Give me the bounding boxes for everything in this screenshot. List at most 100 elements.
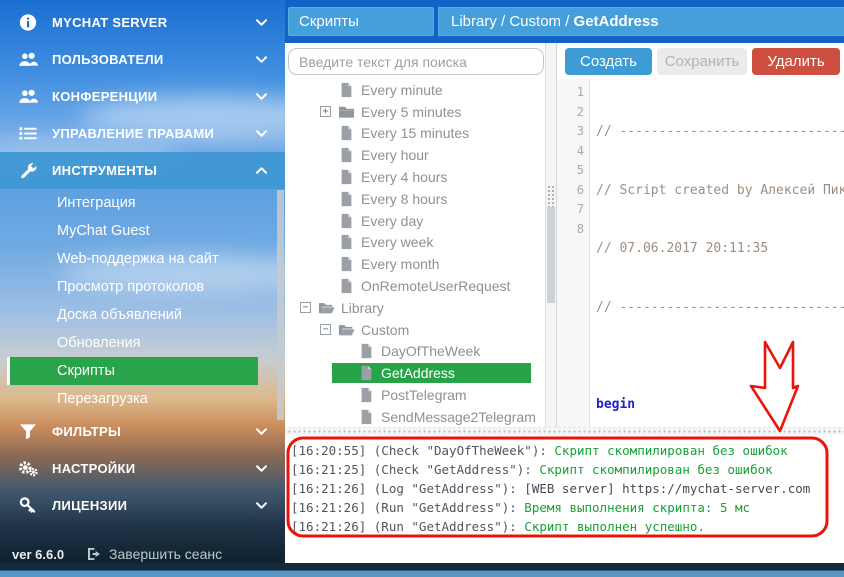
file-icon (358, 387, 375, 403)
save-button[interactable]: Сохранить (657, 48, 747, 75)
tools-submenu: Интеграция MyChat Guest Web-поддержка на… (0, 189, 285, 413)
filter-icon (18, 422, 40, 441)
sidebar-item-integration[interactable]: Интеграция (0, 189, 285, 217)
code-line: // -------------------------------------… (596, 122, 844, 142)
tree-item-custom[interactable]: Custom (285, 319, 545, 341)
sidebar: MYCHAT SERVER ПОЛЬЗОВАТЕЛИ КОНФЕРЕНЦИИ У… (0, 0, 285, 577)
chevron-down-icon (254, 52, 269, 67)
tree-item-getaddress[interactable]: GetAddress (285, 362, 545, 384)
logout-icon (86, 546, 102, 562)
sidebar-item-conferences[interactable]: КОНФЕРЕНЦИИ (0, 78, 285, 115)
file-icon (358, 365, 375, 381)
tree-item-every-minute[interactable]: Every minute (285, 79, 545, 101)
breadcrumb-current: GetAddress (574, 13, 659, 30)
file-icon (338, 169, 355, 185)
tab-scripts[interactable]: Скрипты (288, 7, 434, 36)
sidebar-item-licenses[interactable]: ЛИЦЕНЗИИ (0, 487, 285, 524)
top-header-bar: Скрипты Library / Custom / GetAddress (285, 0, 844, 43)
tree-item-library[interactable]: Library (285, 297, 545, 319)
mychat-server-admin-window: MYCHAT SERVER ПОЛЬЗОВАТЕЛИ КОНФЕРЕНЦИИ У… (0, 0, 844, 577)
chevron-down-icon (254, 498, 269, 513)
file-icon (358, 409, 375, 425)
breadcrumb-path: Library / Custom / (451, 13, 574, 30)
search-input[interactable] (288, 48, 544, 75)
file-icon (338, 147, 355, 163)
sidebar-item-users[interactable]: ПОЛЬЗОВАТЕЛИ (0, 41, 285, 78)
file-icon (338, 234, 355, 250)
logout-button[interactable]: Завершить сеанс (86, 546, 222, 562)
code-line: begin (596, 395, 844, 415)
code-editor[interactable]: 1 2 3 4 5 6 7 8 // ---------------------… (557, 79, 844, 427)
sidebar-item-mychat-guest[interactable]: MyChat Guest (0, 217, 285, 245)
users-icon (18, 50, 40, 69)
collapse-minus-icon[interactable] (320, 324, 331, 335)
file-icon (338, 82, 355, 98)
chevron-down-icon (254, 15, 269, 30)
tree-item-dayoftheweek[interactable]: DayOfTheWeek (285, 341, 545, 363)
sidebar-item-rights-management[interactable]: УПРАВЛЕНИЕ ПРАВАМИ (0, 115, 285, 152)
tree-item-sendmessage2telegram[interactable]: SendMessage2Telegram (285, 406, 545, 427)
users-icon (18, 87, 40, 106)
sidebar-menu: MYCHAT SERVER ПОЛЬЗОВАТЕЛИ КОНФЕРЕНЦИИ У… (0, 0, 285, 524)
tree-item-every-4-hours[interactable]: Every 4 hours (285, 166, 545, 188)
file-icon (338, 125, 355, 141)
delete-button[interactable]: Удалить (752, 48, 840, 75)
script-editor-panel: Создать Сохранить Удалить 1 2 3 4 5 6 7 … (557, 43, 844, 427)
log-line: [16:21:26] (Log "GetAddress"): [WEB serv… (291, 479, 844, 498)
tree-item-onremoteuserrequest[interactable]: OnRemoteUserRequest (285, 275, 545, 297)
log-line: [16:20:55] (Check "DayOfTheWeek"): Скрип… (291, 441, 844, 460)
tree-item-every-8-hours[interactable]: Every 8 hours (285, 188, 545, 210)
tree-item-posttelegram[interactable]: PostTelegram (285, 384, 545, 406)
chevron-down-icon (254, 89, 269, 104)
file-icon (338, 213, 355, 229)
tree-item-every-hour[interactable]: Every hour (285, 144, 545, 166)
sidebar-footer: ver 6.6.0 Завершить сеанс (0, 543, 285, 565)
tree-item-every-week[interactable]: Every week (285, 232, 545, 254)
sidebar-item-restart[interactable]: Перезагрузка (0, 385, 285, 413)
sidebar-item-bulletin-board[interactable]: Доска объявлений (0, 301, 285, 329)
wrench-icon (18, 161, 40, 180)
sidebar-item-mychat-server[interactable]: MYCHAT SERVER (0, 4, 285, 41)
file-icon (358, 343, 375, 359)
code-line: // Script created by Алексей Пикуза (596, 181, 844, 201)
horizontal-splitter[interactable] (285, 427, 844, 435)
file-icon (338, 278, 355, 294)
splitter-grip-dots (547, 185, 555, 207)
sidebar-item-scripts[interactable]: Скрипты (7, 357, 258, 385)
window-bottom-frame-dark (0, 563, 844, 570)
version-label: ver 6.6.0 (12, 547, 64, 562)
tree-item-every-5-minutes[interactable]: Every 5 minutes (285, 101, 545, 123)
info-icon (18, 13, 40, 32)
sidebar-item-updates[interactable]: Обновления (0, 329, 285, 357)
script-log-panel: [16:20:55] (Check "DayOfTheWeek"): Скрип… (285, 435, 844, 563)
window-bottom-frame-blue (0, 570, 844, 577)
code-content: // -------------------------------------… (590, 79, 844, 427)
sidebar-item-web-support[interactable]: Web-поддержка на сайт (0, 245, 285, 273)
sidebar-scrollbar-thumb[interactable] (277, 190, 284, 420)
expand-plus-icon[interactable] (320, 106, 331, 117)
sidebar-item-protocol-viewer[interactable]: Просмотр протоколов (0, 273, 285, 301)
log-line: [16:21:26] (Run "GetAddress"): Скрипт вы… (291, 517, 844, 536)
gears-icon (18, 459, 40, 478)
list-icon (18, 124, 40, 143)
sidebar-item-settings[interactable]: НАСТРОЙКИ (0, 450, 285, 487)
tree-item-every-15-minutes[interactable]: Every 15 minutes (285, 123, 545, 145)
key-icon (18, 496, 40, 515)
splitter-grip[interactable] (547, 207, 555, 303)
collapse-minus-icon[interactable] (300, 302, 311, 313)
folder-open-icon (338, 322, 355, 338)
tree-item-every-month[interactable]: Every month (285, 253, 545, 275)
log-line: [16:21:25] (Check "GetAddress"): Скрипт … (291, 460, 844, 479)
code-line: // -------------------------------------… (596, 298, 844, 318)
folder-open-icon (318, 300, 335, 316)
chevron-down-icon (254, 126, 269, 141)
sidebar-item-filters[interactable]: ФИЛЬТРЫ (0, 413, 285, 450)
vertical-splitter[interactable] (545, 43, 557, 427)
script-tree-panel: Every minute Every 5 minutes Every 15 mi… (285, 43, 545, 427)
tree-item-every-day[interactable]: Every day (285, 210, 545, 232)
script-tree: Every minute Every 5 minutes Every 15 mi… (285, 79, 545, 427)
create-button[interactable]: Создать (565, 48, 652, 75)
code-line: // 07.06.2017 20:11:35 (596, 239, 844, 259)
sidebar-item-tools[interactable]: ИНСТРУМЕНТЫ (0, 152, 285, 189)
file-icon (338, 191, 355, 207)
